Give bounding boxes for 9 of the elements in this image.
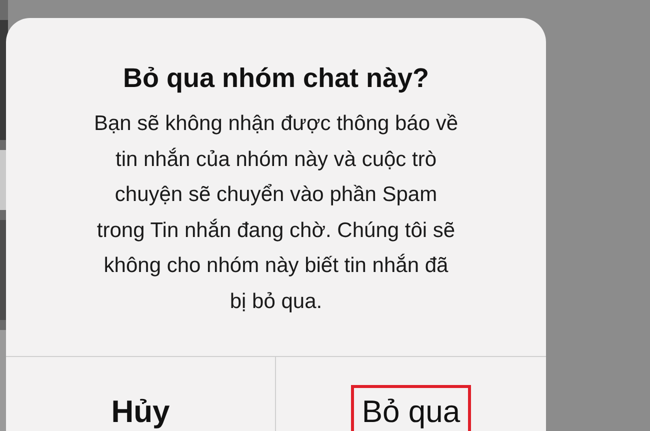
ignore-button[interactable]: Bỏ qua [350,385,472,431]
alert-message-line: tin nhắn của nhóm này và cuộc trò [115,146,437,172]
alert-message-line: Bạn sẽ không nhận được thông báo về [94,111,458,137]
alert-message-line: bị bỏ qua. [230,288,322,314]
cancel-button[interactable]: Hủy [100,385,181,431]
alert-title: Bỏ qua nhóm chat này? [122,63,430,94]
alert-message-line: trong Tin nhắn đang chờ. Chúng tôi sẽ [96,218,456,244]
alert-message-line: không cho nhóm này biết tin nhắn đã [104,252,448,279]
alert-message-line: chuyện sẽ chuyển vào phần Spam [114,182,438,208]
